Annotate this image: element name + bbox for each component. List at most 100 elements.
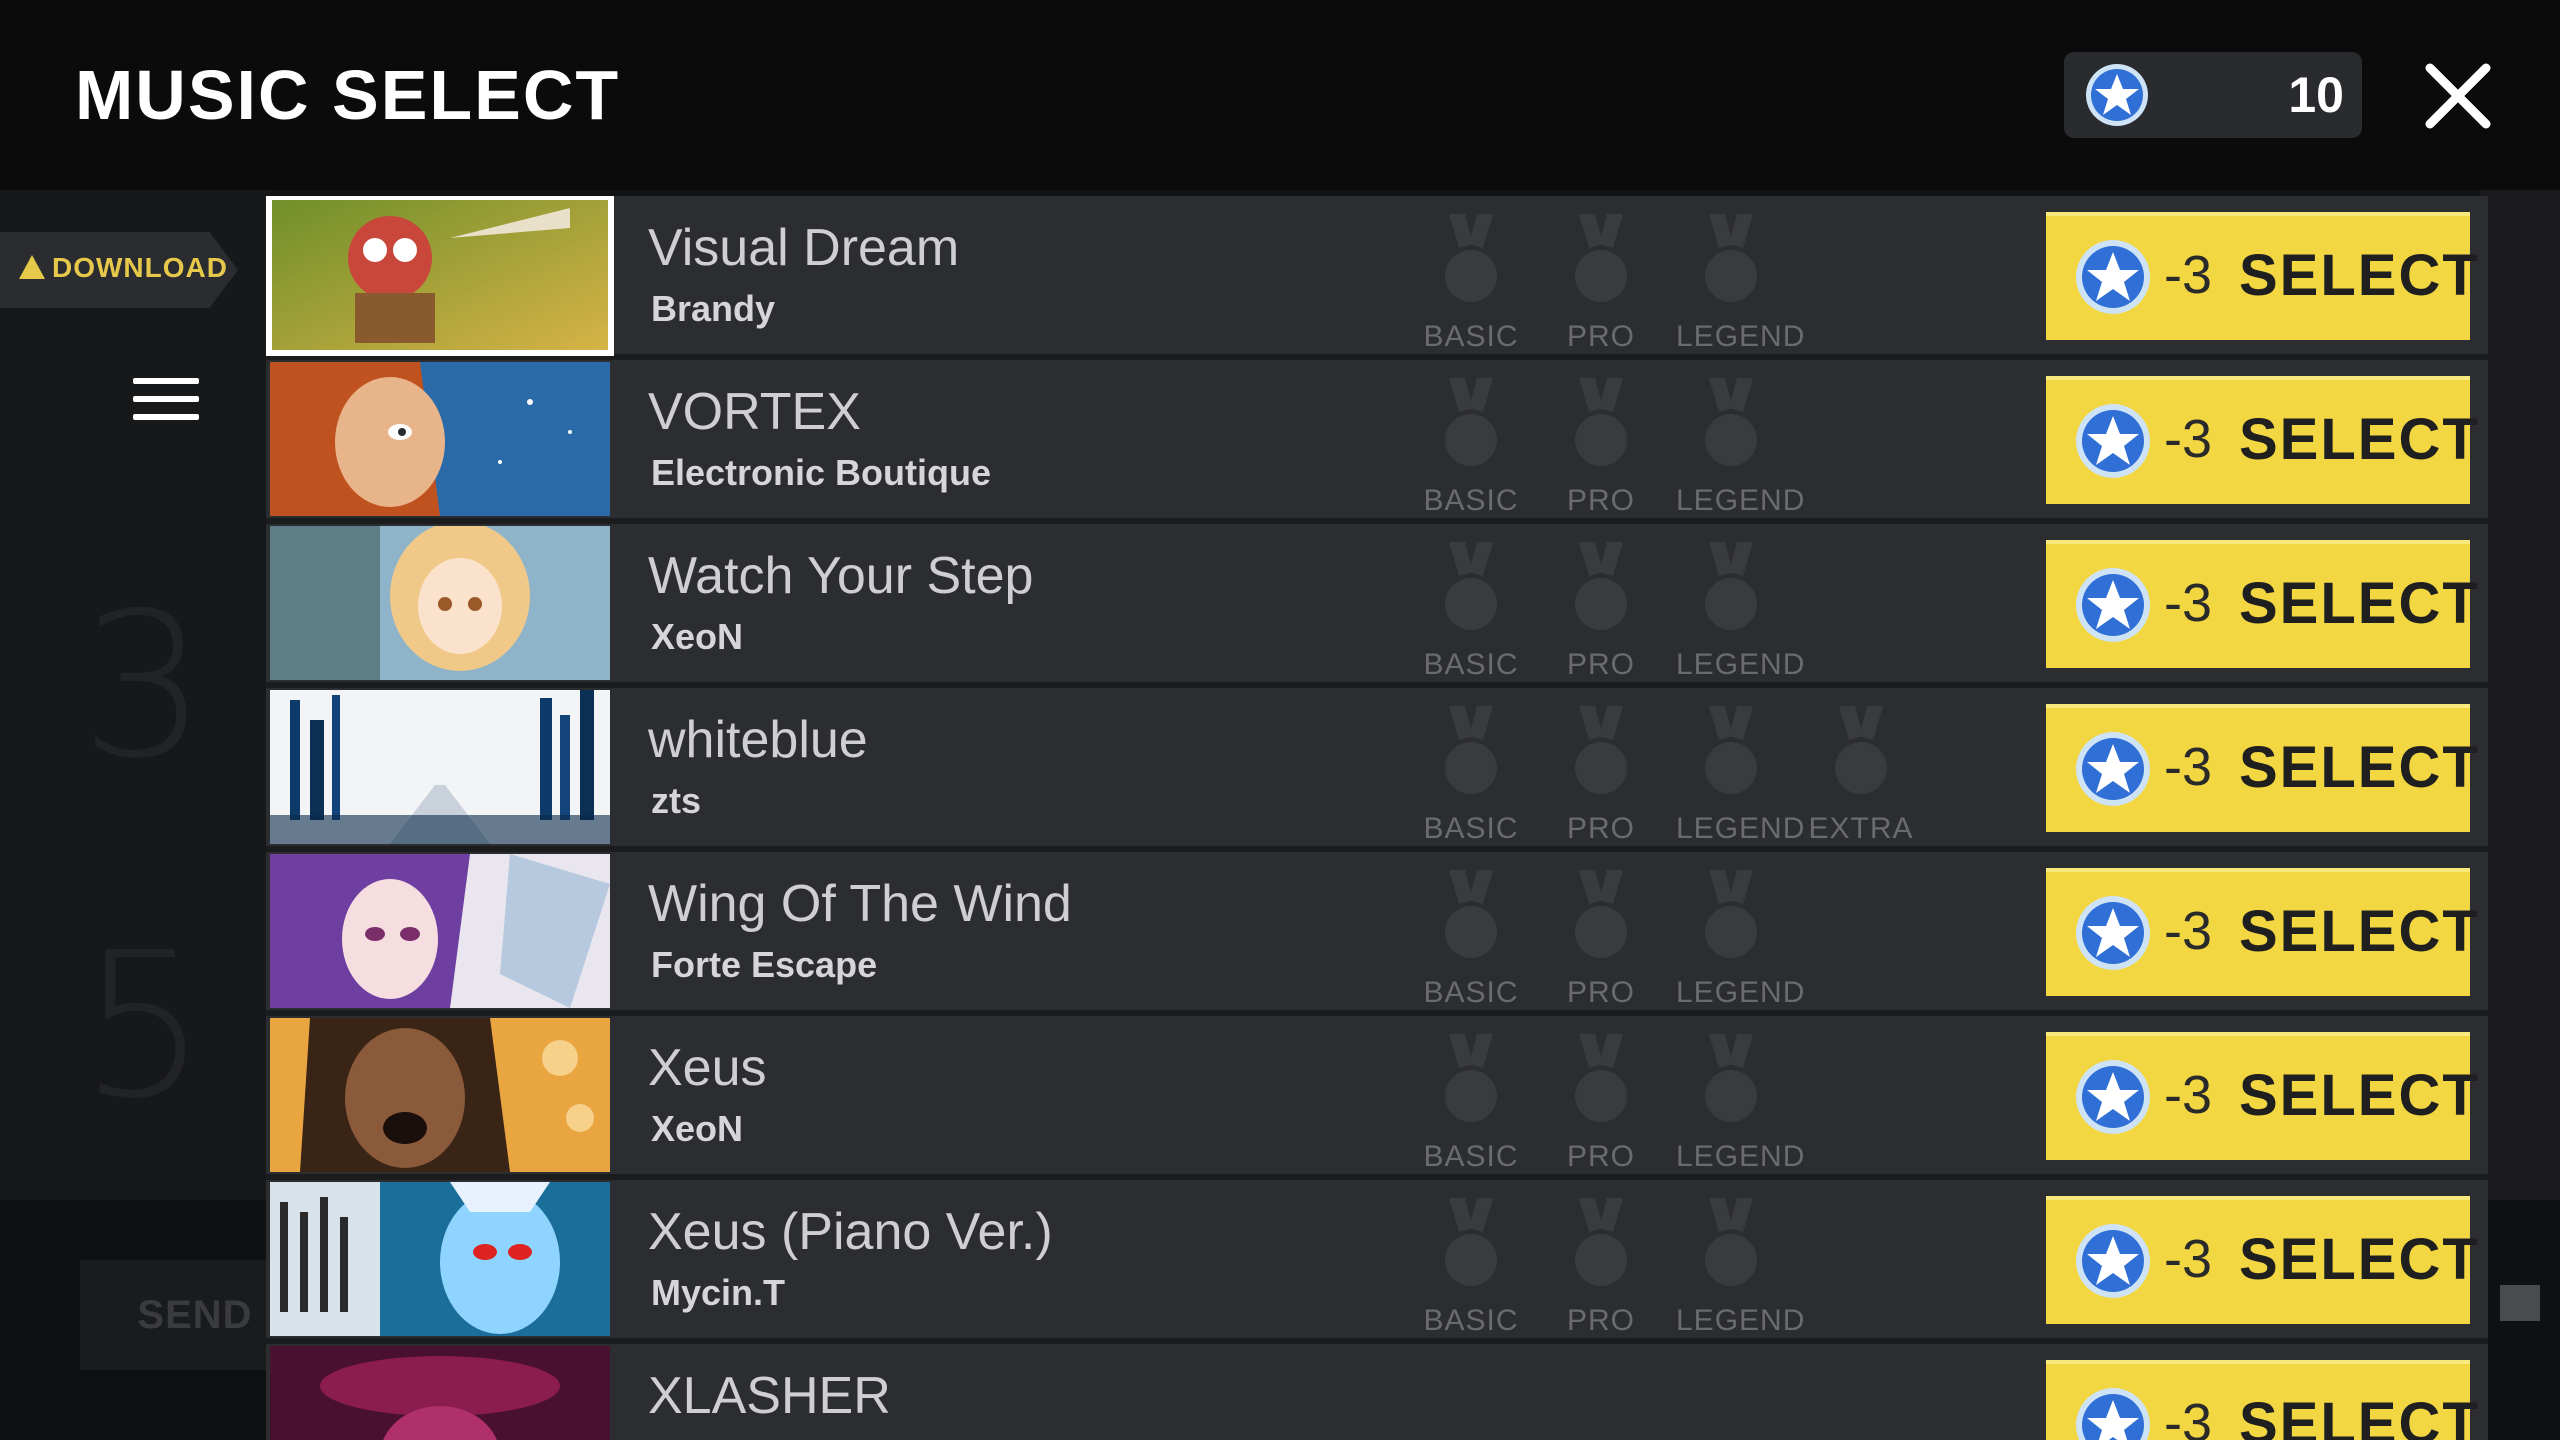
select-cost: -3 — [2164, 737, 2213, 797]
song-title: XLASHER — [648, 1367, 891, 1425]
song-title: whiteblue — [648, 711, 868, 769]
difficulty-badge: PRO — [1546, 1198, 1656, 1338]
medal-icon — [1575, 542, 1627, 630]
difficulty-badge: EXTRA — [1806, 706, 1916, 846]
difficulty-label: PRO — [1566, 1140, 1635, 1173]
song-row[interactable]: Wing Of The Wind Forte Escape BASIC PRO … — [266, 852, 2488, 1016]
medal-icon — [1705, 542, 1757, 630]
background-digit: 5 — [80, 910, 208, 1143]
difficulty-label: LEGEND — [1676, 976, 1806, 1009]
select-button[interactable]: -3 SELECT — [2046, 212, 2478, 340]
medal-icon — [1575, 1198, 1627, 1286]
select-cost: -3 — [2164, 1393, 2213, 1440]
medal-icon — [1835, 706, 1887, 794]
star-coin-icon — [2086, 64, 2148, 126]
select-button[interactable]: -3 SELECT — [2046, 540, 2478, 668]
song-jacket-image[interactable] — [270, 526, 610, 680]
medal-icon — [1705, 706, 1757, 794]
medal-icon — [1705, 1034, 1757, 1122]
difficulty-label: LEGEND — [1676, 812, 1806, 845]
difficulty-badge: LEGEND — [1676, 542, 1806, 682]
song-jacket-image[interactable] — [270, 1346, 610, 1440]
difficulty-label: BASIC — [1423, 812, 1519, 845]
select-cost: -3 — [2164, 901, 2213, 961]
select-button[interactable]: -3 SELECT — [2046, 1032, 2478, 1160]
difficulty-badge: BASIC — [1416, 214, 1526, 354]
medal-icon — [1705, 1198, 1757, 1286]
song-jacket-image[interactable] — [270, 854, 610, 1008]
star-coin-icon — [2076, 732, 2150, 806]
select-label: SELECT — [2239, 1063, 2480, 1128]
medal-icon — [1705, 870, 1757, 958]
difficulty-label: BASIC — [1423, 1140, 1519, 1173]
song-row[interactable]: Visual Dream Brandy BASIC PRO LEGEND -3 … — [266, 196, 2488, 360]
difficulty-badge: PRO — [1546, 1034, 1656, 1174]
difficulty-badge: BASIC — [1416, 1198, 1526, 1338]
select-label: SELECT — [2239, 735, 2480, 800]
difficulty-label: BASIC — [1423, 976, 1519, 1009]
song-jacket-image[interactable] — [270, 1182, 610, 1336]
song-jacket-image[interactable] — [270, 362, 610, 516]
hamburger-menu-icon[interactable] — [133, 378, 199, 422]
difficulty-badge: BASIC — [1416, 1034, 1526, 1174]
difficulty-badge: PRO — [1546, 378, 1656, 518]
difficulty-badge: LEGEND — [1676, 706, 1806, 846]
select-label: SELECT — [2239, 571, 2480, 636]
select-button[interactable]: -3 SELECT — [2046, 1196, 2478, 1324]
star-coin-icon — [2076, 1224, 2150, 1298]
song-list[interactable]: Visual Dream Brandy BASIC PRO LEGEND -3 … — [266, 196, 2488, 1440]
difficulty-badge: LEGEND — [1676, 1198, 1804, 1338]
background-digit: 3 — [80, 570, 208, 803]
difficulty-label: LEGEND — [1676, 484, 1806, 517]
medal-icon — [1575, 870, 1627, 958]
select-button[interactable]: -3 SELECT — [2046, 376, 2478, 504]
header-bar: MUSIC SELECT 10 — [0, 0, 2560, 190]
star-currency-counter: 10 — [2064, 52, 2362, 138]
difficulty-label: BASIC — [1423, 484, 1519, 517]
difficulty-label: LEGEND — [1676, 320, 1806, 353]
song-row[interactable]: whiteblue zts BASIC PRO LEGEND EXTRA -3 … — [266, 688, 2488, 852]
difficulty-label: BASIC — [1423, 648, 1519, 681]
close-icon[interactable] — [2420, 58, 2496, 134]
difficulty-badge: PRO — [1546, 706, 1656, 846]
difficulty-label: PRO — [1566, 1304, 1635, 1337]
difficulty-badge: PRO — [1546, 542, 1656, 682]
song-artist: XeoN — [651, 616, 744, 657]
select-button[interactable]: -3 SELECT — [2046, 1360, 2478, 1440]
medal-icon — [1445, 378, 1497, 466]
song-row[interactable]: Xeus (Piano Ver.) Mycin.T BASIC PRO LEGE… — [266, 1180, 2488, 1344]
select-cost: -3 — [2164, 245, 2213, 305]
song-row[interactable]: XLASHER -3 SELECT — [266, 1344, 2488, 1440]
difficulty-label: LEGEND — [1676, 648, 1806, 681]
song-artist: Electronic Boutique — [651, 452, 992, 493]
difficulty-label: PRO — [1566, 320, 1635, 353]
select-button[interactable]: -3 SELECT — [2046, 704, 2478, 832]
song-jacket-image[interactable] — [270, 1018, 610, 1172]
music-select-screen: 3 5 SEND MUSIC SELECT 10 DOWNLOAD Visual… — [0, 0, 2560, 1440]
warning-triangle-icon — [19, 255, 45, 279]
song-artist: XeoN — [651, 1108, 744, 1149]
song-jacket-image[interactable] — [266, 196, 614, 356]
scrollbar-thumb[interactable] — [2500, 1285, 2540, 1321]
song-title: Wing Of The Wind — [648, 875, 1072, 933]
select-cost: -3 — [2164, 1229, 2213, 1289]
difficulty-label: PRO — [1566, 648, 1635, 681]
currency-value: 10 — [2288, 67, 2344, 123]
song-artist: Mycin.T — [651, 1272, 786, 1313]
song-row[interactable]: Xeus XeoN BASIC PRO LEGEND -3 SELECT — [266, 1016, 2488, 1180]
difficulty-badge: LEGEND — [1676, 378, 1806, 518]
song-title: Visual Dream — [648, 219, 960, 277]
medal-icon — [1575, 706, 1627, 794]
song-row[interactable]: Watch Your Step XeoN BASIC PRO LEGEND -3… — [266, 524, 2488, 688]
download-label: DOWNLOAD — [52, 252, 228, 283]
download-tab[interactable]: DOWNLOAD — [0, 232, 238, 308]
select-button[interactable]: -3 SELECT — [2046, 868, 2478, 996]
song-artist: zts — [651, 780, 702, 821]
song-jacket-image[interactable] — [270, 690, 610, 844]
difficulty-label: LEGEND — [1676, 1140, 1806, 1173]
medal-icon — [1445, 1198, 1497, 1286]
star-coin-icon — [2076, 568, 2150, 642]
song-row[interactable]: VORTEX Electronic Boutique BASIC PRO LEG… — [266, 360, 2488, 524]
select-label: SELECT — [2239, 407, 2480, 472]
difficulty-badge: LEGEND — [1676, 214, 1806, 354]
